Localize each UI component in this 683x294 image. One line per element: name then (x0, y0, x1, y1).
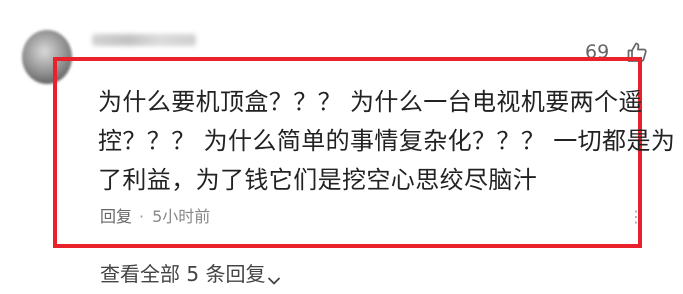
view-replies-label: 查看全部 5 条回复 (100, 262, 266, 286)
chevron-down-icon (267, 269, 281, 284)
reply-button[interactable]: 回复 (100, 207, 132, 226)
more-icon[interactable]: ⋮ (628, 207, 644, 227)
username-blurred[interactable] (92, 34, 196, 46)
meta-separator: · (139, 207, 145, 226)
comment-text: 为什么要机顶盒？？？ 为什么一台电视机要两个遥 控？？？ 为什么简单的事情复杂化… (98, 83, 676, 200)
comment-time: 5小时前 (152, 207, 211, 226)
comment-line: 了利益，为了钱它们是挖空心思绞尽脑汁 (98, 166, 538, 194)
view-all-replies-link[interactable]: 查看全部 5 条回复 (100, 262, 281, 286)
comment-meta: 回复 · 5小时前 (100, 207, 210, 227)
comment-line: 为什么要机顶盒？？？ 为什么一台电视机要两个遥 (98, 88, 643, 116)
comment-line: 控？？？ 为什么简单的事情复杂化？？？ 一切都是为 (98, 127, 676, 155)
